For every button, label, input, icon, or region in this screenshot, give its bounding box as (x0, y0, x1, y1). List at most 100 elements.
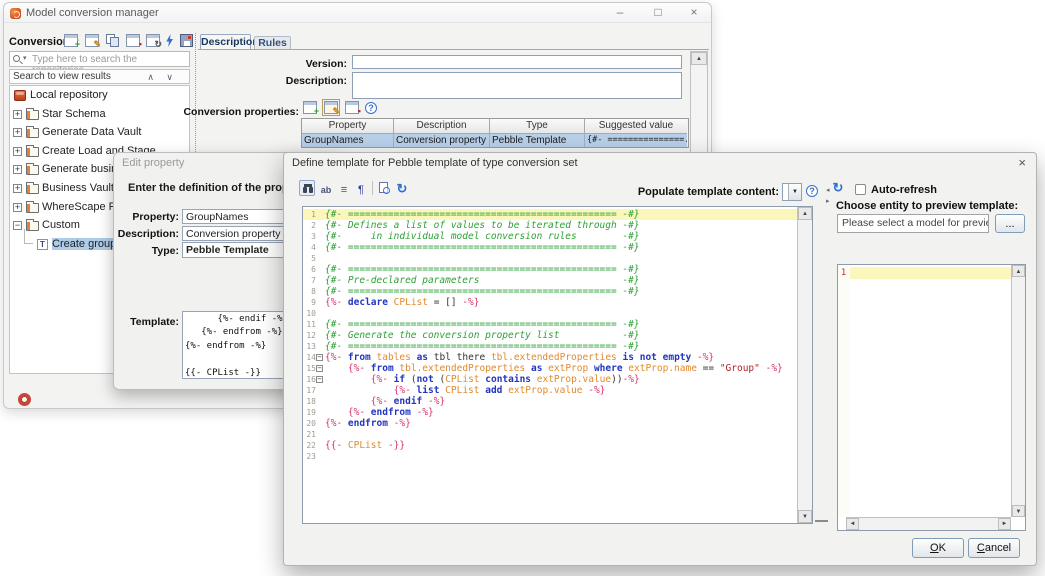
folder-icon (26, 203, 39, 213)
edit-dialog-heading: Enter the definition of the property (128, 182, 309, 194)
scroll-down-icon[interactable]: ▼ (1012, 505, 1025, 517)
format-icon[interactable]: ≡ (336, 180, 352, 196)
line-number-gutter: 18 (303, 396, 323, 407)
tree-expander-icon[interactable]: + (13, 203, 22, 212)
scroll-right-icon[interactable]: ► (998, 518, 1011, 530)
browse-button[interactable]: ... (995, 214, 1025, 233)
preview-line-highlight (850, 267, 1011, 279)
scroll-up-icon[interactable]: ▲ (1012, 265, 1025, 277)
close-button[interactable]: × (683, 5, 705, 20)
delete-property-icon[interactable]: ▪ (345, 101, 359, 114)
tree-expander-icon[interactable]: − (13, 221, 22, 230)
tree-item[interactable]: Local repository (10, 86, 189, 105)
preview-hscrollbar[interactable]: ◄ ► (846, 517, 1011, 530)
line-number-gutter: 19 (303, 407, 323, 418)
scroll-down-icon[interactable]: ▼ (798, 510, 812, 523)
run-conversion-icon[interactable] (165, 34, 174, 47)
table-header-cell[interactable]: Suggested value (585, 119, 687, 133)
table-cell: Pebble Template (490, 133, 585, 147)
line-number-gutter: 2 (303, 220, 323, 231)
template-preview-panel[interactable]: 1 ▲ ▼ ◄ ► (837, 264, 1026, 531)
populate-template-select[interactable]: ▼ (782, 183, 802, 201)
splitter-handle[interactable] (815, 520, 828, 522)
ok-button[interactable]: OK (912, 538, 964, 558)
editor-scrollbar[interactable]: ▲ ▼ (797, 207, 812, 523)
table-header-row: PropertyDescriptionTypeSuggested value (302, 119, 688, 133)
table-header-cell[interactable]: Description (394, 119, 490, 133)
results-header[interactable]: Search to view results ∧ ∨ (9, 69, 190, 84)
tab-description[interactable]: Description (200, 34, 251, 50)
auto-refresh-checkbox[interactable] (855, 184, 866, 195)
scroll-up-icon[interactable]: ▲ (798, 207, 812, 220)
code-line: 3{#- in individual model conversion rule… (303, 231, 797, 242)
refresh-icon[interactable]: ↻ (394, 180, 410, 196)
version-input[interactable] (352, 55, 682, 69)
tab-rules[interactable]: Rules (254, 36, 291, 50)
tree-expander-icon[interactable]: + (13, 128, 22, 137)
minimize-button[interactable]: – (609, 5, 631, 20)
code-area[interactable]: 1{#- ===================================… (303, 207, 797, 523)
folder-icon (26, 128, 39, 138)
main-titlebar[interactable]: Model conversion manager – □ × (4, 3, 711, 23)
tree-expander-icon[interactable]: + (13, 184, 22, 193)
delete-conversion-icon[interactable]: ▪ (126, 34, 140, 47)
collapse-down-icon[interactable]: ∨ (166, 71, 173, 84)
edit-dialog-title: Edit property (122, 157, 184, 169)
validate-conversion-icon[interactable]: ↻ (146, 34, 160, 47)
tree-expander-icon[interactable]: + (13, 165, 22, 174)
copy-conversion-icon[interactable] (106, 34, 120, 47)
help-icon[interactable]: ? (806, 185, 818, 197)
search-options-caret-icon[interactable]: ▾ (23, 54, 27, 62)
tree-expander-icon[interactable]: + (13, 147, 22, 156)
fold-marker-icon[interactable]: − (316, 365, 323, 372)
preview-icon[interactable] (376, 180, 392, 196)
new-conversion-icon[interactable]: + (64, 34, 78, 47)
scroll-up-icon[interactable]: ▲ (691, 52, 707, 65)
table-header-cell[interactable]: Type (490, 119, 585, 133)
fold-marker-icon[interactable]: − (316, 376, 323, 383)
close-icon[interactable]: × (1018, 155, 1026, 170)
fold-marker-icon[interactable]: − (316, 354, 323, 361)
replace-icon[interactable]: ab (318, 180, 334, 196)
help-icon[interactable]: ? (365, 102, 377, 114)
code-line: 19 {%- endfrom -%} (303, 407, 797, 418)
table-cell: {#- ===============.. (585, 133, 687, 147)
collapse-up-icon[interactable]: ∧ (147, 71, 154, 84)
scroll-left-icon[interactable]: ◄ (846, 518, 859, 530)
repository-search-input[interactable]: ▾ Type here to search the repositories (9, 51, 190, 67)
tree-expander-icon[interactable]: + (13, 110, 22, 119)
folder-icon (26, 165, 39, 175)
line-number-gutter: 12 (303, 330, 323, 341)
import-export-icon[interactable] (180, 34, 193, 47)
preview-vscrollbar[interactable]: ▲ ▼ (1011, 265, 1025, 517)
edit-property-icon[interactable]: ✎ (324, 101, 338, 114)
tree-item-label: Custom (42, 219, 80, 231)
collapse-left-icon[interactable]: ◂ (826, 187, 830, 194)
properties-table[interactable]: PropertyDescriptionTypeSuggested valueGr… (301, 118, 689, 148)
maximize-button[interactable]: □ (647, 5, 669, 20)
description-input[interactable] (352, 72, 682, 99)
toolbar-separator (372, 181, 373, 195)
code-line: 7{#- Pre-declared parameters -#} (303, 275, 797, 286)
edit-conversion-icon[interactable]: ✎ (85, 34, 99, 47)
chevron-down-icon[interactable]: ▼ (788, 184, 801, 200)
tree-item[interactable]: +Generate Data Vault (10, 123, 189, 142)
panel-scrollbar[interactable]: ▲ (690, 51, 708, 155)
template-code-editor[interactable]: 1{#- ===================================… (302, 206, 813, 524)
preview-model-field[interactable]: Please select a model for preview (837, 214, 989, 233)
code-line: 6{#- ===================================… (303, 264, 797, 275)
add-property-icon[interactable]: + (303, 101, 317, 114)
table-header-cell[interactable]: Property (302, 119, 394, 133)
code-line: 5 (303, 253, 797, 264)
find-icon[interactable] (299, 180, 315, 196)
expand-right-icon[interactable]: ▸ (826, 198, 830, 205)
code-line: 14−{%- from tables as tbl there tbl.exte… (303, 352, 797, 363)
table-row[interactable]: GroupNamesConversion property for ..Pebb… (302, 133, 688, 147)
line-number-gutter: 11 (303, 319, 323, 330)
cancel-button[interactable]: Cancel (968, 538, 1020, 558)
auto-refresh-icon[interactable]: ↻ (830, 179, 846, 195)
search-icon (13, 55, 20, 62)
show-whitespace-icon[interactable]: ¶ (353, 180, 369, 196)
support-buoy-icon[interactable] (18, 393, 31, 406)
line-number-gutter: 4 (303, 242, 323, 253)
